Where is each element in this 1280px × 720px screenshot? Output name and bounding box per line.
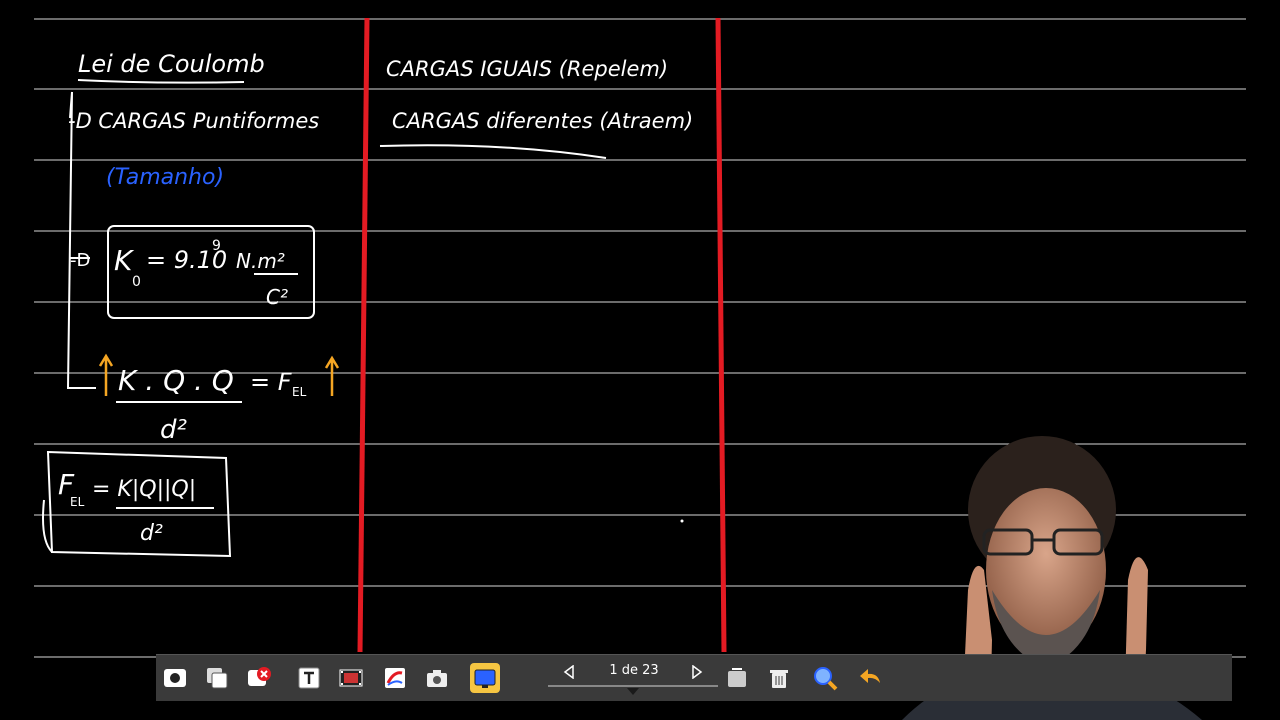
trash-icon <box>770 670 788 688</box>
trash-button[interactable] <box>764 663 794 693</box>
item-charges-point: -D CARGAS Puntiformes <box>68 109 319 133</box>
paint-button[interactable] <box>380 663 410 693</box>
title-underline <box>77 79 245 84</box>
page-navigator: 1 de 23 <box>548 655 718 701</box>
clear-button[interactable] <box>722 663 752 693</box>
k-subscript: 0 <box>132 274 141 290</box>
bottom-toolbar: 1 de 23 <box>156 654 1232 701</box>
next-page-button[interactable] <box>688 663 706 681</box>
film-icon <box>339 669 363 687</box>
record-button[interactable] <box>160 663 190 693</box>
screen-button[interactable] <box>470 663 500 693</box>
chevron-right-icon <box>692 665 703 679</box>
screen-icon <box>474 669 496 688</box>
formula-numerator: K . Q . Q <box>118 364 234 397</box>
col2-equal-charges: CARGAS IGUAIS (Repelem) <box>386 57 668 81</box>
board-title: Lei de Coulomb <box>78 50 265 78</box>
prev-page-button[interactable] <box>560 663 578 681</box>
zoom-button[interactable] <box>810 663 840 693</box>
boxed-lhs-subscript: EL <box>70 495 85 509</box>
film-button[interactable] <box>336 663 366 693</box>
k-unit-denominator: C² <box>266 285 288 309</box>
undo-icon <box>860 669 880 683</box>
formula-denominator: d² <box>160 415 187 445</box>
bracket-line <box>66 91 96 389</box>
page-indicator: 1 de 23 <box>609 663 659 678</box>
text-tool-button[interactable] <box>294 663 324 693</box>
force-arrow-left-icon <box>98 353 114 396</box>
k-exponent: 9 <box>212 238 221 254</box>
copy-pages-button[interactable] <box>202 663 232 693</box>
chevron-left-icon <box>563 665 574 679</box>
text-tool-icon <box>298 667 320 689</box>
camera-button[interactable] <box>422 663 452 693</box>
col2-underline <box>379 144 607 159</box>
undo-button[interactable] <box>856 663 886 693</box>
k-unit-numerator: N.m² <box>236 249 285 273</box>
force-arrow-right-icon <box>324 355 340 396</box>
paint-icon <box>385 668 405 688</box>
record-icon <box>164 669 186 687</box>
item-size-note: (Tamanho) <box>106 165 224 190</box>
formula-rhs-subscript: EL <box>292 385 307 399</box>
close-record-button[interactable] <box>244 663 274 693</box>
close-record-icon <box>248 667 271 686</box>
copy-pages-icon <box>207 668 228 689</box>
boxed-numerator: = K|Q||Q| <box>92 477 196 502</box>
col2-different-charges: CARGAS diferentes (Atraem) <box>392 109 693 133</box>
k-lhs: K <box>114 244 135 277</box>
item-arrow-k: -D <box>70 250 90 271</box>
zoom-icon <box>814 667 838 691</box>
stray-dot <box>680 519 684 523</box>
page-slider[interactable] <box>548 685 718 687</box>
formula-rhs: = F <box>250 368 293 396</box>
clear-icon <box>728 668 746 687</box>
boxed-denominator: d² <box>140 521 163 546</box>
camera-icon <box>427 670 447 687</box>
page-slider-thumb[interactable] <box>627 688 639 695</box>
